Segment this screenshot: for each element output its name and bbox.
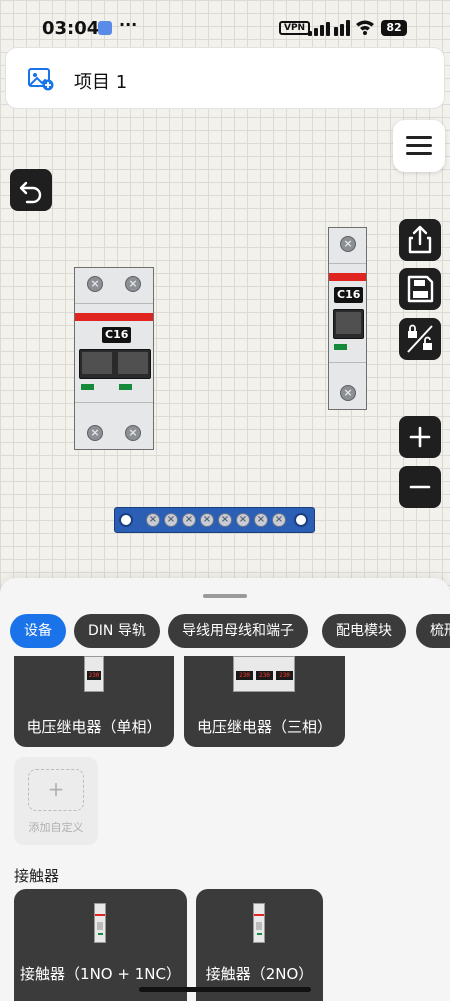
terminal-screw-icon: × (254, 513, 268, 527)
status-indicator (81, 384, 94, 390)
terminal-screw-icon: × (164, 513, 178, 527)
wifi-icon (356, 20, 374, 35)
terminal-screw-icon: × (146, 513, 160, 527)
terminal-screw-icon: × (182, 513, 196, 527)
zoom-in-icon (409, 426, 431, 448)
status-bar: 03:04 ··· VPN 82 (0, 0, 450, 46)
screw-icon: × (87, 276, 103, 292)
lock-unlock-icon (407, 324, 433, 353)
component-library-sheet: 设备 DIN 导轨 导线用母线和端子 配电模块 梳形 230 电压继电器（单相）… (0, 578, 450, 1001)
breaker-toggle-lever[interactable] (336, 312, 361, 334)
menu-icon (406, 136, 432, 139)
component-label: 电压继电器（三相） (196, 718, 332, 736)
screw-icon: × (125, 276, 141, 292)
zoom-out-button[interactable] (399, 466, 441, 508)
share-button[interactable] (399, 219, 441, 261)
breaker-toggle-lever[interactable] (82, 352, 112, 374)
menu-button[interactable] (393, 120, 445, 172)
sheet-drag-handle[interactable] (203, 594, 247, 598)
contactor-thumbnail (94, 903, 106, 943)
terminal-screw-icon: × (200, 513, 214, 527)
project-title[interactable]: 项目 1 (74, 68, 127, 94)
project-header[interactable]: 项目 1 (5, 47, 445, 109)
breaker-rating-label: C16 (102, 327, 132, 343)
voltage-relay-3phase-thumbnail: 230 230 230 (233, 656, 295, 692)
screw-icon: × (87, 425, 103, 441)
component-card[interactable]: 230 电压继电器（单相） (14, 656, 174, 747)
tab-din-rail[interactable]: DIN 导轨 (74, 614, 160, 648)
component-label: 接触器（1NO + 1NC） (20, 965, 181, 983)
tab-devices[interactable]: 设备 (10, 614, 66, 648)
signal-icon (308, 20, 350, 36)
share-icon (408, 225, 432, 254)
status-time: 03:04 (42, 18, 100, 39)
save-button[interactable] (399, 268, 441, 310)
terminal-screw-icon: × (218, 513, 232, 527)
component-card[interactable]: 接触器（2NO） (196, 889, 323, 1001)
terminal-screw-icon: × (272, 513, 286, 527)
add-custom-label: 添加自定义 (28, 821, 84, 834)
home-indicator[interactable] (139, 987, 311, 992)
more-notifications-icon: ··· (119, 15, 138, 34)
app-notification-icon (98, 21, 112, 35)
undo-button[interactable] (10, 169, 52, 211)
component-card[interactable]: 230 230 230 电压继电器（三相） (184, 656, 345, 747)
terminal-screw-icon: × (236, 513, 250, 527)
tab-distribution-modules[interactable]: 配电模块 (322, 614, 406, 648)
mount-hole (294, 513, 308, 527)
terminal-busbar[interactable]: × × × × × × × × (114, 507, 315, 533)
breaker-toggle-lever[interactable] (118, 352, 148, 374)
component-label: 接触器（2NO） (205, 965, 314, 983)
tab-comb-busbar[interactable]: 梳形 (416, 614, 450, 648)
component-label: 电压继电器（单相） (26, 718, 162, 736)
breaker-red-band (75, 313, 153, 321)
screw-icon: × (340, 385, 356, 401)
voltage-relay-thumbnail: 230 (84, 656, 104, 692)
contactor-thumbnail (253, 903, 265, 943)
zoom-in-button[interactable] (399, 416, 441, 458)
breaker-rating-label: C16 (334, 287, 364, 303)
plus-icon: + (28, 769, 84, 811)
image-add-icon[interactable] (28, 67, 54, 91)
status-indicator (334, 344, 347, 350)
section-title: 接触器 (14, 867, 60, 885)
screw-icon: × (340, 236, 356, 252)
vpn-icon: VPN (279, 21, 311, 35)
zoom-out-icon (409, 485, 431, 489)
breaker-single-pole[interactable]: × C16 × (328, 227, 367, 410)
mount-hole (119, 513, 133, 527)
tab-busbars-terminals[interactable]: 导线用母线和端子 (168, 614, 308, 648)
lock-toggle-button[interactable] (399, 318, 441, 360)
add-custom-button[interactable]: + 添加自定义 (14, 757, 98, 845)
undo-icon (19, 181, 42, 204)
battery-icon: 82 (381, 20, 407, 36)
breaker-double-pole[interactable]: × × C16 × × (74, 267, 154, 450)
screw-icon: × (125, 425, 141, 441)
save-icon (407, 275, 434, 303)
breaker-red-band (329, 273, 366, 281)
component-card[interactable]: 接触器（1NO + 1NC） (14, 889, 187, 1001)
status-indicator (119, 384, 132, 390)
